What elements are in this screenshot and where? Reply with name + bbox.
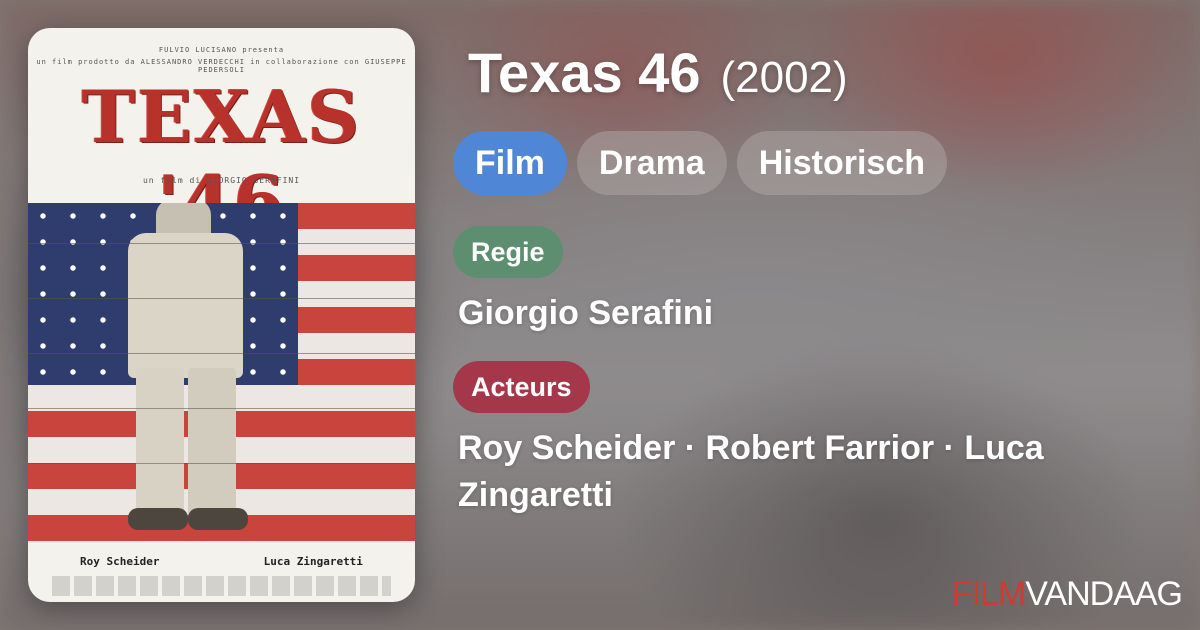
poster-credits-top: FULVIO LUCISANO presenta: [158, 46, 285, 54]
movie-poster: FULVIO LUCISANO presenta un film prodott…: [28, 28, 415, 602]
poster-credits-producers: un film prodotto da ALESSANDRO VERDECCHI…: [36, 58, 407, 74]
logo-vandaag: VANDAAG: [1025, 575, 1183, 613]
poster-flag-image: [28, 203, 415, 543]
genre-chip-historisch[interactable]: Historisch: [736, 131, 948, 195]
actor-names: Roy Scheider · Robert Farrior · Luca Zin…: [458, 429, 1044, 514]
barbed-wire: [28, 298, 415, 299]
movie-title: Texas 46: [468, 41, 701, 104]
poster-figure: [116, 203, 266, 543]
poster-actor: Roy Scheider: [80, 555, 160, 568]
barbed-wire: [28, 353, 415, 354]
director-name: Giorgio Serafini: [458, 294, 714, 332]
genre-chip-drama[interactable]: Drama: [576, 131, 727, 195]
filmvandaag-logo: FILMVANDAAG: [951, 575, 1183, 614]
acteurs-label: Acteurs: [453, 361, 590, 413]
movie-title-row: Texas 46 (2002): [468, 40, 848, 105]
poster-fine-print: [52, 576, 391, 596]
barbed-wire: [28, 408, 415, 409]
barbed-wire: [28, 243, 415, 244]
barbed-wire: [28, 463, 415, 464]
movie-year: (2002): [720, 53, 848, 102]
logo-film: FILM: [951, 575, 1026, 613]
regie-label: Regie: [453, 226, 563, 278]
genre-list: Film Drama Historisch: [453, 131, 948, 195]
poster-director-credit: un film di GIORGIO SERAFINI: [142, 176, 301, 185]
poster-actor: Luca Zingaretti: [263, 555, 363, 568]
genre-chip-film[interactable]: Film: [453, 131, 567, 195]
poster-actors: Roy Scheider Luca Zingaretti: [28, 555, 415, 568]
